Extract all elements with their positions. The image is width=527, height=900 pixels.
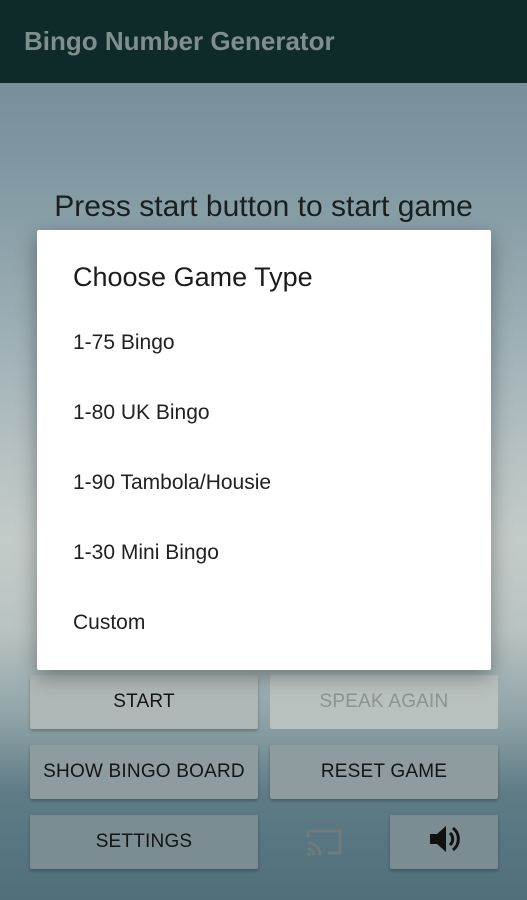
game-status-text: Press start button to start game [54,190,473,223]
settings-button[interactable]: SETTINGS [30,815,258,869]
option-1-80-uk-bingo[interactable]: 1-80 UK Bingo [37,378,491,448]
option-1-90-tambola-housie[interactable]: 1-90 Tambola/Housie [37,448,491,518]
option-1-75-bingo[interactable]: 1-75 Bingo [37,308,491,378]
speak-again-button[interactable]: SPEAK AGAIN [270,675,498,729]
screen: Bingo Number Generator Press start butto… [0,0,527,900]
cast-icon[interactable] [300,820,348,864]
app-title: Bingo Number Generator [24,26,335,56]
option-custom[interactable]: Custom [37,588,491,658]
reset-game-button[interactable]: RESET GAME [270,745,498,799]
game-type-dialog: Choose Game Type 1-75 Bingo 1-80 UK Bing… [37,230,491,670]
dialog-title: Choose Game Type [73,262,313,292]
option-1-30-mini-bingo[interactable]: 1-30 Mini Bingo [37,518,491,588]
app-bar: Bingo Number Generator [0,0,527,83]
start-button[interactable]: START [30,675,258,729]
show-bingo-board-button[interactable]: SHOW BINGO BOARD [30,745,258,799]
volume-up-icon [427,823,461,861]
sound-toggle-button[interactable] [390,815,498,869]
